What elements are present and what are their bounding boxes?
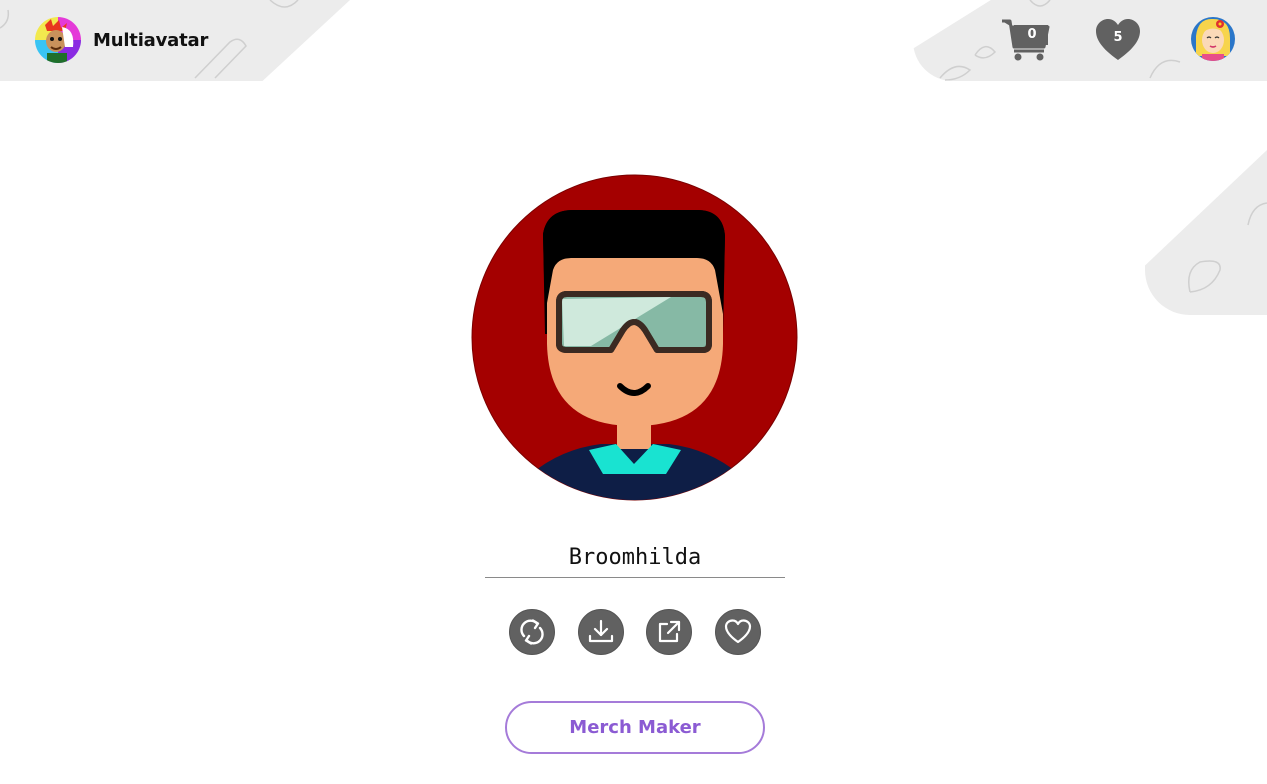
merch-maker-label: Merch Maker: [569, 717, 701, 738]
brand-name: Multiavatar: [93, 29, 209, 51]
refresh-icon: [520, 619, 544, 645]
cart-button[interactable]: 0: [1000, 17, 1050, 63]
favorite-button[interactable]: [714, 609, 761, 655]
multiavatar-logo-icon: [35, 17, 81, 63]
avatar-actions: [509, 609, 761, 657]
favorites-button[interactable]: 5: [1095, 18, 1141, 62]
refresh-button[interactable]: [509, 609, 555, 655]
avatar-name-field-wrapper: [485, 540, 785, 578]
merch-maker-button[interactable]: Merch Maker: [505, 701, 765, 754]
share-icon: [659, 620, 681, 643]
page: Multiavatar 0 5 Broomhilda Merch Maker: [0, 0, 1267, 784]
download-icon: [588, 619, 613, 643]
share-button[interactable]: [646, 609, 693, 655]
main-avatar-image: [471, 174, 798, 501]
favorites-count: 5: [1113, 30, 1123, 45]
brand-home-link[interactable]: Multiavatar: [35, 17, 208, 63]
heart-outline-icon: [724, 619, 752, 644]
download-button[interactable]: [577, 609, 624, 655]
user-avatar-icon[interactable]: [1190, 16, 1236, 62]
avatar-name-input[interactable]: [485, 540, 785, 574]
cart-count: 0: [1027, 27, 1037, 42]
